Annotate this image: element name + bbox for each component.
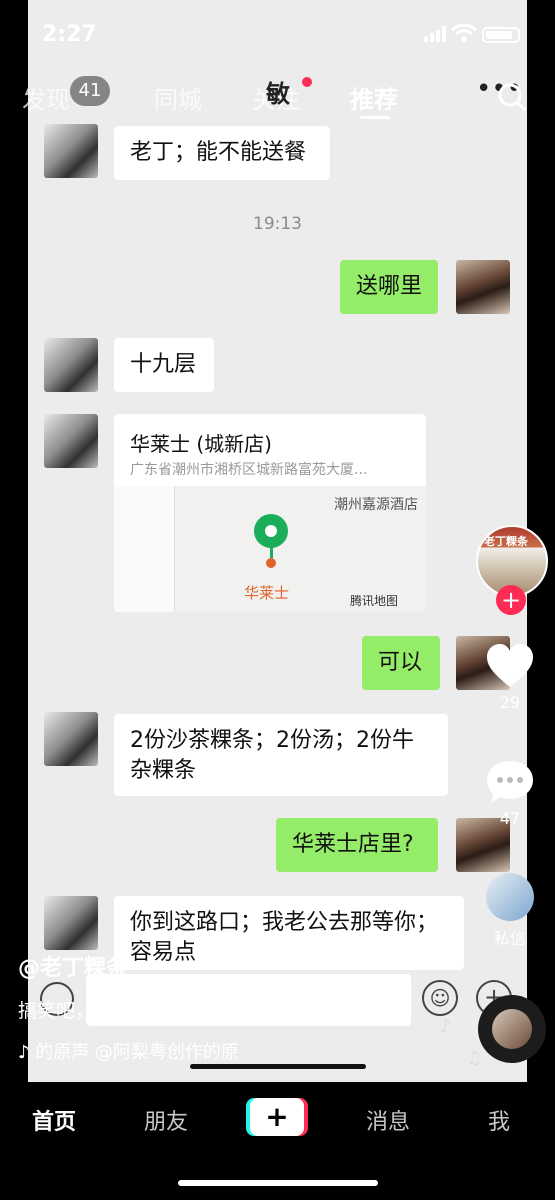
tab-recommend[interactable]: 推荐: [350, 80, 398, 115]
heart-icon: [487, 644, 533, 687]
dm-avatar-icon: [486, 873, 534, 921]
create-button[interactable]: +: [250, 1098, 304, 1136]
music-info[interactable]: ♪ 的原声 @阿梨粤创作的原: [18, 1038, 239, 1064]
bottom-nav: 首页 朋友 + 消息 我: [0, 1082, 555, 1200]
nav-me[interactable]: 我: [488, 1104, 510, 1136]
video-progress-bar: [190, 1064, 366, 1069]
map-poi-label: 潮州嘉源酒店: [334, 497, 418, 513]
follow-plus-button[interactable]: +: [496, 585, 526, 615]
home-indicator: [178, 1180, 378, 1186]
message-line: 容易点: [130, 940, 197, 965]
music-disc-icon[interactable]: [478, 995, 546, 1063]
message-line: 杂粿条: [130, 758, 197, 783]
message-bubble: 十九层: [114, 338, 214, 392]
dm-label: 私信: [493, 929, 526, 948]
like-button[interactable]: 29: [470, 643, 550, 712]
nav-messages[interactable]: 消息: [366, 1104, 410, 1136]
comment-count: 47: [499, 809, 521, 828]
top-nav: 发现 41 同城 关注 敏 推荐 •••: [0, 70, 555, 120]
location-title: 华莱士 (城新店): [130, 432, 272, 456]
author-handle[interactable]: @老丁粿条: [18, 950, 128, 982]
contact-avatar[interactable]: [44, 124, 98, 178]
chat-timestamp: 19:13: [253, 214, 302, 234]
video-frame[interactable]: 老丁；能不能送餐 19:13 送哪里 十九层 华莱士 (城新店) 广东省潮州市湘…: [28, 0, 527, 1082]
message-bubble: 可以: [362, 636, 440, 690]
map-preview[interactable]: 潮州嘉源酒店 华莱士 腾讯地图: [114, 486, 426, 612]
cellular-signal-icon: [424, 26, 446, 42]
creator-avatar-text: 老丁粿条: [484, 535, 528, 548]
message-bubble: 老丁；能不能送餐: [114, 126, 330, 180]
active-tab-underline: [360, 116, 390, 119]
my-avatar[interactable]: [456, 260, 510, 314]
video-caption: @老丁粿条 搞笑吧，朋友！ 这样也可以 ♪ 的原声 @阿梨粤创作的原: [18, 950, 252, 1063]
status-time: 2:27: [42, 22, 97, 47]
battery-icon: [482, 27, 520, 43]
comment-button[interactable]: 47: [470, 759, 550, 828]
message-bubble: 你到这路口；我老公去那等你； 容易点: [114, 896, 464, 970]
map-pin-icon: [254, 514, 288, 548]
video-description: 搞笑吧，朋友！ 这样也可以: [18, 1000, 253, 1022]
message-bubble: 华莱士店里?: [276, 818, 438, 872]
message-line: 2份沙茶粿条；2份汤；2份牛: [130, 728, 414, 753]
tab-nearby[interactable]: 同城: [154, 80, 202, 115]
comment-icon: [487, 761, 533, 803]
wifi-icon: [451, 23, 477, 42]
message-bubble: 2份沙茶粿条；2份汤；2份牛 杂粿条: [114, 714, 448, 796]
overlay-character: 敏: [266, 80, 290, 108]
map-location-dot: [266, 558, 276, 568]
notification-count-badge: 41: [70, 76, 110, 106]
status-bar: 2:27: [0, 0, 555, 62]
location-address: 广东省潮州市湘桥区城新路富苑大厦...: [130, 462, 368, 478]
nav-home[interactable]: 首页: [32, 1104, 76, 1136]
music-note-icon: ♪: [440, 1016, 452, 1037]
message-line: 你到这路口；我老公去那等你；: [130, 910, 439, 935]
music-note-icon: ♫: [466, 1048, 483, 1069]
contact-avatar[interactable]: [44, 712, 98, 766]
following-dot-badge: [302, 77, 312, 87]
nav-friends[interactable]: 朋友: [144, 1104, 188, 1136]
tab-discover[interactable]: 发现: [22, 80, 70, 115]
map-brand-label: 腾讯地图: [350, 594, 399, 608]
emoji-icon[interactable]: ☺: [422, 980, 458, 1016]
contact-avatar[interactable]: [44, 338, 98, 392]
search-icon[interactable]: [497, 82, 527, 112]
location-card[interactable]: 华莱士 (城新店) 广东省潮州市湘桥区城新路富苑大厦... 潮州嘉源酒店 华莱士…: [114, 414, 426, 612]
map-pin-stem: [270, 546, 273, 558]
map-pin-label: 华莱士: [244, 584, 290, 602]
contact-avatar[interactable]: [44, 414, 98, 468]
contact-avatar[interactable]: [44, 896, 98, 950]
like-count: 29: [499, 693, 521, 712]
map-road: [114, 486, 175, 612]
message-bubble: 送哪里: [340, 260, 438, 314]
direct-message-button[interactable]: 私信: [470, 873, 550, 949]
